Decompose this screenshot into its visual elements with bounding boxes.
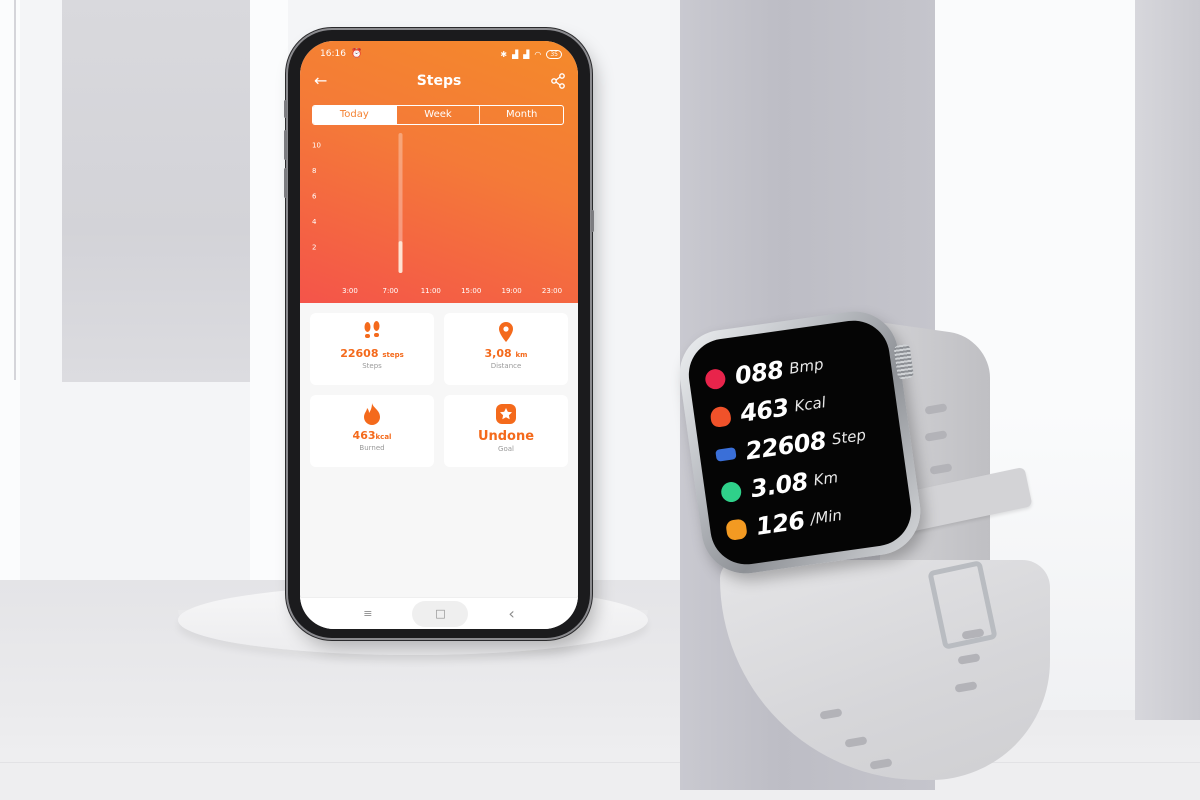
- calories-label: Burned: [359, 444, 385, 452]
- steps-label: Steps: [362, 362, 382, 370]
- cadence-unit: /Min: [809, 505, 844, 529]
- heart-rate-unit: Bmp: [787, 355, 825, 378]
- shoe-icon: [715, 447, 737, 462]
- x-tick-label: 3:00: [342, 287, 358, 295]
- battery-icon: 35: [546, 49, 562, 59]
- steps-value: 22608: [340, 347, 379, 360]
- home-button[interactable]: □: [412, 600, 469, 627]
- flame-icon: [310, 401, 434, 427]
- status-bar: 16:16 ⏰ ✱ ▟ ▟ ◠ 35: [320, 47, 562, 61]
- tab-week[interactable]: Week: [397, 106, 481, 124]
- light-strip: [0, 0, 20, 590]
- location-pin-icon: [444, 319, 568, 345]
- pillar-edge: [14, 0, 16, 380]
- distance-value: 3.08: [749, 467, 810, 504]
- phone-volume-down: [284, 168, 287, 198]
- home-icon: □: [435, 607, 446, 620]
- wifi-icon: ◠: [534, 49, 542, 59]
- steps-header: 16:16 ⏰ ✱ ▟ ▟ ◠ 35 ← Steps Today Week Mo…: [300, 41, 578, 303]
- y-tick-label: 4: [312, 218, 317, 226]
- x-tick-label: 19:00: [502, 287, 522, 295]
- location-icon: [719, 480, 743, 504]
- distance-label: Distance: [490, 362, 522, 370]
- heart-rate-icon: [704, 367, 727, 391]
- x-axis-ticks: 3:00 7:00 11:00 15:00 19:00 23:00: [342, 287, 562, 295]
- goal-label: Goal: [498, 445, 514, 453]
- y-tick-label: 10: [312, 142, 321, 150]
- star-badge-icon: [444, 401, 568, 427]
- frame-right-post: [1135, 0, 1200, 720]
- period-tabs: Today Week Month: [312, 105, 564, 125]
- stat-card-steps[interactable]: 22608 steps Steps: [310, 313, 434, 385]
- stat-card-goal[interactable]: Undone Goal: [444, 395, 568, 467]
- phone-power-button: [591, 210, 594, 232]
- app-bar: ← Steps: [300, 69, 578, 93]
- phone-side-button: [284, 100, 287, 118]
- calories-value: 463: [738, 393, 791, 428]
- phone-volume-up: [284, 130, 287, 160]
- distance-unit: Km: [812, 468, 840, 490]
- share-icon[interactable]: [550, 73, 566, 89]
- steps-value: 22608: [743, 426, 828, 466]
- smartwatch: 088 Bmp 463 Kcal 22608 Step 3.08 Km 126: [674, 305, 926, 580]
- light-strip: [250, 0, 288, 590]
- calories-unit: kcal: [375, 433, 392, 441]
- product-scene: 16:16 ⏰ ✱ ▟ ▟ ◠ 35 ← Steps Today Week Mo…: [0, 0, 1200, 800]
- stat-card-distance[interactable]: 3,08 km Distance: [444, 313, 568, 385]
- steps-unit: Step: [830, 425, 867, 449]
- nav-back-icon[interactable]: ‹: [508, 604, 514, 623]
- tab-today[interactable]: Today: [313, 106, 397, 124]
- calories-unit: Kcal: [793, 393, 827, 416]
- heart-rate-value: 088: [733, 355, 786, 391]
- x-tick-label: 15:00: [461, 287, 481, 295]
- status-time: 16:16: [320, 49, 346, 59]
- phone-screen: 16:16 ⏰ ✱ ▟ ▟ ◠ 35 ← Steps Today Week Mo…: [300, 41, 578, 629]
- x-tick-label: 11:00: [421, 287, 441, 295]
- signal-icon: ▟: [523, 49, 530, 59]
- stat-card-calories[interactable]: 463kcal Burned: [310, 395, 434, 467]
- footprints-icon: [310, 319, 434, 345]
- y-tick-label: 2: [312, 244, 316, 252]
- step-bar[interactable]: [398, 241, 403, 273]
- distance-unit: km: [515, 351, 528, 359]
- y-axis-ticks: 2 4 6 8 10: [312, 142, 321, 252]
- steps-unit: steps: [382, 351, 404, 359]
- x-tick-label: 7:00: [383, 287, 399, 295]
- bluetooth-icon: ✱: [500, 49, 508, 59]
- distance-value: 3,08: [484, 347, 512, 360]
- smartphone: 16:16 ⏰ ✱ ▟ ▟ ◠ 35 ← Steps Today Week Mo…: [284, 30, 594, 638]
- y-tick-label: 8: [312, 167, 316, 175]
- footprint-icon: [725, 518, 748, 541]
- watch-screen: 088 Bmp 463 Kcal 22608 Step 3.08 Km 126: [684, 316, 916, 569]
- floor-step: [0, 762, 1200, 800]
- system-nav-bar: ≡ □ ‹: [300, 597, 578, 629]
- background-pillar: [62, 0, 250, 382]
- calories-value: 463: [352, 429, 376, 442]
- page-title: Steps: [416, 73, 462, 89]
- x-tick-label: 23:00: [542, 287, 562, 295]
- cadence-value: 126: [754, 506, 807, 541]
- chart-bars: [398, 133, 403, 273]
- tab-month[interactable]: Month: [480, 106, 563, 124]
- alarm-clock-icon: ⏰: [350, 49, 363, 59]
- steps-chart: 2 4 6 8 10 3:00 7:00 11:00 15:00 19:00 23:00: [312, 133, 562, 295]
- flame-icon: [709, 405, 732, 429]
- goal-value: Undone: [477, 429, 535, 444]
- y-tick-label: 6: [312, 193, 317, 201]
- menu-icon[interactable]: ≡: [363, 607, 372, 620]
- stats-grid: 22608 steps Steps 3,08 km Distance 463kc…: [310, 313, 568, 467]
- signal-icon: ▟: [512, 49, 519, 59]
